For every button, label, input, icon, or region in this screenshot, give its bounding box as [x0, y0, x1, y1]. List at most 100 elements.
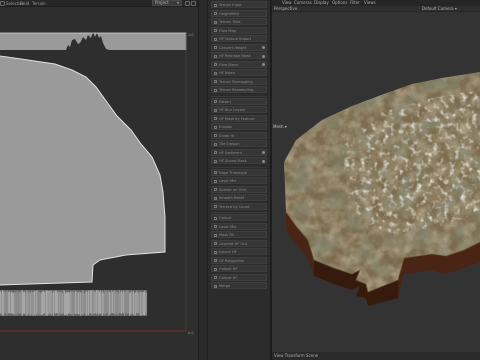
node-list-item[interactable]: Tile Erosion: [211, 140, 267, 147]
node-icon: [213, 267, 217, 271]
node-icon: [213, 250, 217, 254]
camera-dropdown[interactable]: Default Camera ▾: [422, 6, 457, 11]
node-label: Convert Height: [219, 45, 247, 50]
viewport-menu-cameras[interactable]: Cameras: [294, 0, 312, 5]
viewport-status-bar: View Transform Scene: [272, 352, 480, 360]
node-icon: [213, 88, 217, 92]
node-label: Tile Erosion: [219, 142, 240, 146]
panel-splitter[interactable]: [198, 0, 208, 360]
node-list-item[interactable]: Layer Mix: [211, 222, 267, 230]
node-status-dot: [262, 63, 265, 66]
node-list-item[interactable]: Flow Map: [211, 26, 267, 34]
node-list-item[interactable]: Terrain Tiles: [211, 18, 267, 25]
chevron-down-icon: ▾: [176, 0, 179, 5]
expand-icon[interactable]: [191, 1, 196, 6]
node-label: Output HF: [219, 275, 238, 280]
node-status-dot: [262, 159, 265, 163]
node-list-item[interactable]: HF Texture Import: [211, 35, 267, 42]
menu-terrain[interactable]: Terrain: [32, 1, 46, 6]
node-label: Smooth Relief: [219, 196, 245, 200]
node-list-item[interactable]: Layered HF Out: [211, 239, 267, 247]
curve-editor-menubar: Selection Field Terrain Project ▾: [0, 0, 198, 7]
viewport-menu-options[interactable]: Options: [332, 0, 347, 5]
profile-strip-fill: [0, 32, 186, 50]
options-icon[interactable]: [185, 1, 190, 6]
node-list-item[interactable]: Terrace by Count: [211, 202, 267, 210]
node-list-item[interactable]: Terrain Remapping: [211, 77, 267, 85]
node-list-item[interactable]: HF Reshape Mask: [211, 52, 267, 59]
viewport-menu-view[interactable]: View: [282, 0, 292, 5]
node-label: Scatter on Grid: [219, 187, 247, 192]
node-icon: [213, 80, 217, 83]
project-dropdown[interactable]: Project ▾: [152, 0, 182, 6]
node-list-item[interactable]: Merge: [211, 282, 267, 289]
node-list-item[interactable]: HF Slump Mask: [211, 157, 267, 164]
node-icon: [213, 54, 217, 58]
node-list-item[interactable]: HF Sediment: [211, 148, 267, 156]
node-label: Layer Mix: [219, 179, 237, 183]
node-label: HF Sediment: [219, 150, 243, 155]
node-list-item[interactable]: Erosion: [211, 123, 267, 130]
viewport-3d[interactable]: View Cameras Display Options Filter View…: [272, 0, 480, 360]
node-list-item[interactable]: HF Blur Layers: [211, 106, 267, 113]
node-list-item[interactable]: Flow Blend: [211, 60, 267, 68]
viewport-menu-views[interactable]: Views: [364, 0, 376, 5]
node-icon: [213, 159, 217, 163]
node-list-item[interactable]: HF Mask by Feature: [211, 114, 267, 122]
node-icon: [213, 3, 217, 7]
node-list-item[interactable]: Output HF: [211, 273, 267, 281]
panel-icon[interactable]: [0, 1, 5, 6]
barcode-band: [0, 290, 148, 316]
node-list-item[interactable]: Smooth Relief: [211, 194, 267, 201]
node-icon: [213, 188, 217, 191]
node-label: Merge: [219, 284, 231, 288]
node-label: Terrain Input: [219, 3, 242, 7]
node-list-item[interactable]: Export HF: [211, 248, 267, 255]
terrain-render: [284, 72, 480, 306]
node-icon: [213, 225, 217, 228]
node-label: Heightfield: [219, 11, 239, 16]
node-list-separator: [211, 166, 267, 168]
node-icon: [213, 37, 217, 41]
viewport-menu-display[interactable]: Display: [314, 0, 329, 5]
node-list-item[interactable]: Terrain Resampling: [211, 86, 267, 93]
node-list-item[interactable]: Mask Fill: [211, 231, 267, 238]
node-list-item[interactable]: Scatter on Grid: [211, 185, 267, 193]
node-list-item[interactable]: Output HF: [211, 265, 267, 272]
node-list-item[interactable]: HF Noise: [211, 69, 267, 76]
node-list-item[interactable]: Edge Threshold: [211, 168, 267, 176]
node-list-separator: [211, 95, 267, 97]
node-list-item[interactable]: Layer Mix: [211, 177, 267, 184]
node-list-item[interactable]: Distort: [211, 97, 267, 105]
node-list-item[interactable]: Convert Height: [211, 43, 267, 51]
node-label: HF Polygonize: [219, 258, 245, 263]
histogram-view[interactable]: 1.0 0.0: [0, 7, 198, 360]
node-icon: [213, 242, 217, 245]
node-label: Terrace by Count: [219, 204, 250, 209]
menu-field[interactable]: Field: [20, 1, 29, 6]
node-status-dot: [262, 54, 265, 58]
node-icon: [213, 12, 217, 15]
node-list-item[interactable]: Erode Hi: [211, 131, 267, 139]
viewport-menu-filter[interactable]: Filter: [350, 0, 360, 5]
top-right-label: 1.0: [188, 33, 194, 37]
node-icon: [213, 29, 217, 32]
node-icon: [213, 284, 217, 288]
node-label: Output: [219, 216, 232, 220]
node-list-item[interactable]: Terrain Input: [211, 1, 267, 8]
node-list-item[interactable]: HF Polygonize: [211, 256, 267, 264]
node-icon: [213, 171, 217, 174]
node-label: HF Blur Layers: [219, 108, 246, 112]
node-label: Mask Fill: [219, 233, 235, 237]
perspective-label[interactable]: Perspective: [274, 6, 297, 11]
node-icon: [213, 20, 217, 24]
node-icon: [213, 196, 217, 200]
node-label: Distort: [219, 99, 232, 104]
node-icon: [213, 205, 217, 208]
node-icon: [213, 259, 217, 262]
node-list-item[interactable]: Output: [211, 214, 267, 221]
node-list-item[interactable]: Heightfield: [211, 9, 267, 17]
node-label: Terrain Resampling: [219, 88, 254, 92]
node-icon: [213, 108, 217, 112]
node-label: HF Noise: [219, 71, 235, 75]
